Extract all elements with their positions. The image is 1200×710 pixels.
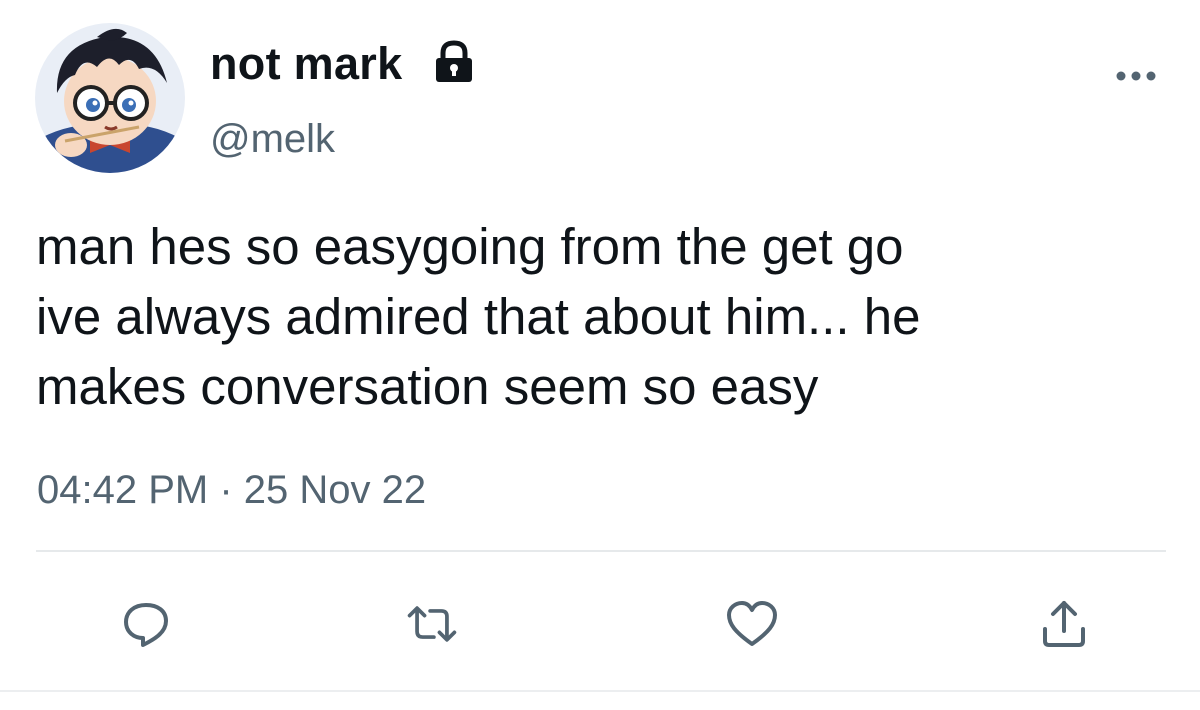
share-icon (1043, 601, 1085, 647)
anime-character-avatar-icon (35, 23, 185, 173)
tweet-text-line: man hes so easygoing from the get go (36, 218, 904, 275)
display-name[interactable]: not mark (210, 38, 402, 90)
share-button[interactable] (1036, 596, 1092, 652)
heart-icon (727, 601, 777, 646)
tweet-text-line: makes conversation seem so easy (36, 358, 819, 415)
divider (0, 690, 1200, 692)
retweet-button[interactable] (404, 596, 460, 652)
more-icon[interactable] (1110, 56, 1162, 96)
tweet-timestamp[interactable]: 04:42 PM · 25 Nov 22 (37, 468, 426, 513)
reply-icon (124, 603, 168, 647)
user-handle[interactable]: @melk (210, 117, 335, 162)
tweet-text: man hes so easygoing from the get go ive… (36, 212, 1176, 422)
tweet-text-line: ive always admired that about him... he (36, 288, 921, 345)
tweet-card: not mark @melk man hes so easygoing from… (0, 0, 1200, 710)
lock-icon (430, 40, 478, 84)
retweet-icon (407, 606, 457, 642)
avatar[interactable] (35, 23, 185, 173)
reply-button[interactable] (118, 596, 174, 652)
like-button[interactable] (724, 596, 780, 652)
divider (36, 550, 1166, 552)
